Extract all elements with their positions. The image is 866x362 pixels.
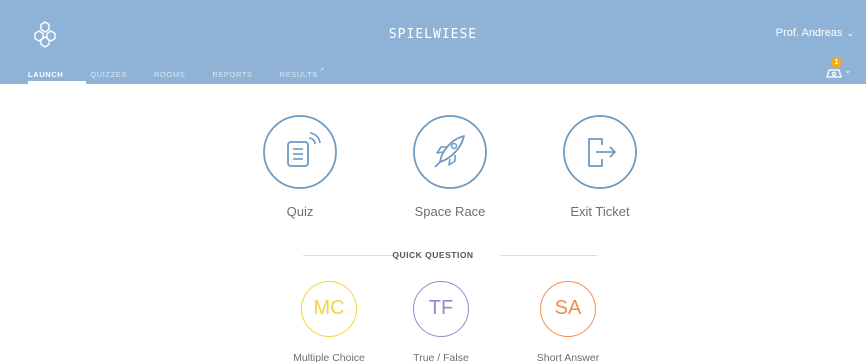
notifications-button[interactable]: 1 ⌄ [822, 57, 854, 82]
user-menu[interactable]: Prof. Andreas ⌄ [776, 27, 854, 39]
sa-label: Short Answer [536, 352, 600, 362]
tab-quizzes[interactable]: QUIZZES [90, 70, 127, 83]
tab-results[interactable]: RESULTS ↗ [279, 67, 325, 83]
sa-icon: SA [540, 281, 596, 337]
top-header: SPIELWIESE Prof. Andreas ⌄ LAUNCH QUIZZES… [0, 0, 866, 84]
user-name: Prof. Andreas [775, 27, 843, 39]
quick-question-title: QUICK QUESTION [392, 250, 474, 260]
chevron-down-icon: ⌄ [846, 28, 854, 38]
quiz-label: Quiz [286, 204, 314, 219]
exit-door-icon [563, 115, 637, 189]
classroom-icon [826, 69, 842, 78]
space-race-label: Space Race [414, 204, 486, 219]
chevron-down-icon: ⌄ [844, 65, 852, 75]
external-link-icon: ↗ [318, 67, 325, 74]
tab-reports[interactable]: REPORTS [212, 70, 252, 83]
exit-ticket-label: Exit Ticket [570, 204, 630, 219]
tab-results-label: RESULTS [279, 70, 318, 79]
quick-question-mc-button[interactable]: MC Multiple Choice [269, 281, 389, 362]
mc-label: Multiple Choice [293, 352, 365, 362]
app-title: SPIELWIESE [388, 27, 478, 42]
tf-label: True / False [413, 352, 469, 362]
tf-icon: TF [413, 281, 469, 337]
quick-question-tf-button[interactable]: TF True / False [381, 281, 501, 362]
quiz-document-icon [263, 115, 337, 189]
tab-rooms[interactable]: ROOMS [154, 70, 185, 83]
mc-icon: MC [301, 281, 357, 337]
quick-question-sa-button[interactable]: SA Short Answer [508, 281, 628, 362]
rocket-icon [413, 115, 487, 189]
launch-quiz-button[interactable]: Quiz [240, 114, 360, 219]
active-tab-indicator [28, 81, 86, 84]
launch-exit-ticket-button[interactable]: Exit Ticket [540, 114, 660, 219]
launch-space-race-button[interactable]: Space Race [390, 114, 510, 219]
